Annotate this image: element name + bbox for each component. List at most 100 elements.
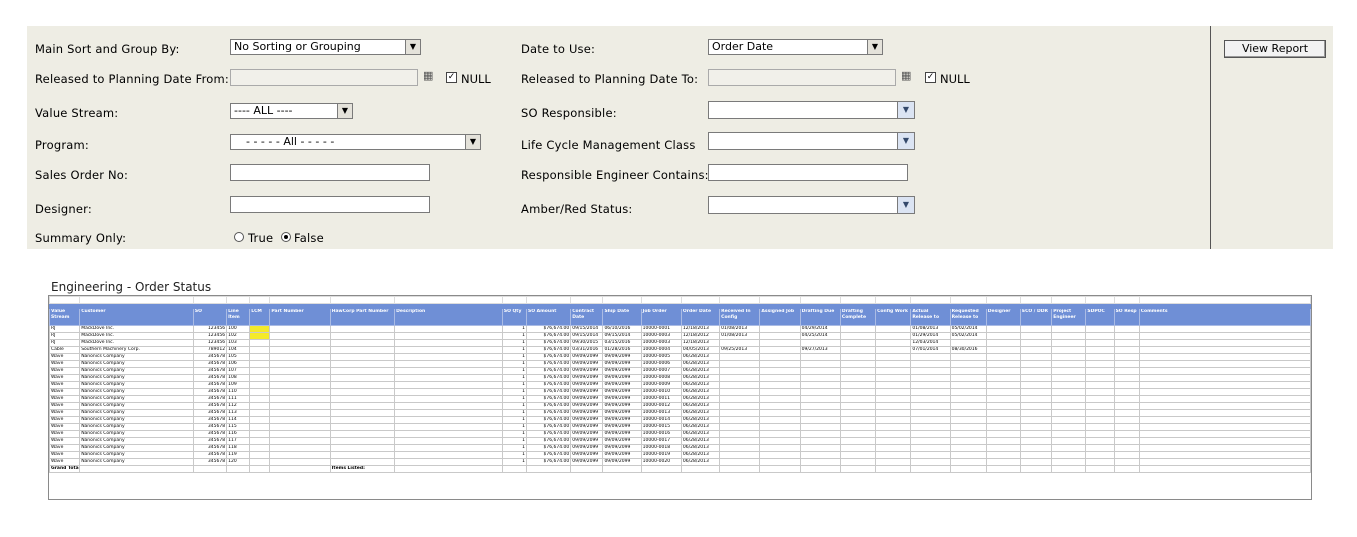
table-cell: 09/09/2099 (570, 416, 604, 424)
dropdown-arrow-icon[interactable]: ▼ (867, 40, 882, 54)
table-cell: Nanonics Company (79, 451, 194, 459)
table-cell (329, 381, 396, 389)
table-cell: 1 (501, 346, 527, 354)
table-cell (249, 346, 271, 354)
table-cell (1113, 325, 1140, 333)
table-cell (570, 465, 604, 473)
table-cell: Nanonics Company (79, 416, 194, 424)
table-cell: 106 (226, 360, 251, 368)
table-cell (759, 416, 801, 424)
table-cell: 09/09/2099 (602, 388, 642, 396)
dropdown-arrow-icon[interactable]: ▼ (465, 135, 480, 149)
table-cell (1113, 353, 1140, 361)
table-cell (329, 395, 396, 403)
main-sort-select[interactable]: No Sorting or Grouping ▼ (230, 39, 421, 55)
table-cell (269, 437, 331, 445)
table-row: Wave Nanonics Company 345678 106 1 $76,674.00… (48, 360, 1312, 368)
table-cell (249, 395, 271, 403)
table-cell (910, 416, 951, 424)
date-to-use-select[interactable]: Order Date ▼ (708, 39, 883, 55)
dropdown-arrow-icon[interactable]: ▼ (337, 104, 352, 118)
table-cell (759, 367, 801, 375)
table-cell (394, 437, 503, 445)
view-report-button[interactable]: View Report (1224, 40, 1326, 58)
table-cell (759, 430, 801, 438)
table-cell: 09/09/2099 (602, 353, 642, 361)
table-cell (719, 423, 761, 431)
designer-input[interactable] (230, 196, 430, 213)
table-cell: 120 (226, 458, 251, 466)
table-cell: $76,674.00 (525, 388, 572, 396)
table-cell (1051, 395, 1087, 403)
so-responsible-select[interactable]: ▼ (708, 101, 915, 119)
rtp-from-null-checkbox[interactable]: ✓ (446, 72, 457, 83)
table-cell (1138, 360, 1312, 368)
program-select[interactable]: - - - - - All - - - - - ▼ (230, 134, 481, 150)
table-cell (949, 374, 987, 382)
table-cell (1085, 416, 1115, 424)
table-cell (949, 367, 987, 375)
table-cell: $76,674.00 (525, 402, 572, 410)
table-cell: 09/09/2099 (570, 395, 604, 403)
rtp-to-null-checkbox[interactable]: ✓ (925, 72, 936, 83)
rtp-to-input[interactable] (708, 69, 896, 86)
amber-red-select[interactable]: ▼ (708, 196, 915, 214)
table-cell (249, 374, 271, 382)
table-cell: Nanonics Company (79, 444, 194, 452)
table-cell (910, 444, 951, 452)
dropdown-arrow-icon[interactable]: ▼ (897, 197, 914, 213)
table-cell: 03/31/2016 (570, 346, 604, 354)
rtp-from-input[interactable] (230, 69, 418, 86)
calendar-icon[interactable]: ▦ (901, 70, 915, 82)
table-cell (1051, 296, 1087, 304)
table-cell (949, 381, 987, 389)
table-cell (1138, 458, 1312, 466)
table-cell (269, 353, 331, 361)
column-header: HawCorp Part Number (329, 308, 396, 326)
table-cell (759, 465, 801, 473)
table-cell: 12/03/2014 (910, 339, 951, 347)
table-cell: 04/29/2014 (799, 325, 841, 333)
table-cell (949, 444, 987, 452)
sales-order-input[interactable] (230, 164, 430, 181)
table-cell (329, 444, 396, 452)
lcm-class-select[interactable]: ▼ (708, 132, 915, 150)
table-cell (875, 332, 912, 340)
table-cell: Nanonics Company (79, 353, 194, 361)
table-cell: 108 (226, 374, 251, 382)
table-cell (985, 296, 1022, 304)
table-cell: 10000-0003 (640, 332, 682, 340)
table-cell (799, 388, 841, 396)
table-cell: Wave (48, 402, 81, 410)
table-cell: Nanonics Company (79, 458, 194, 466)
table-cell: Nanonics Company (79, 388, 194, 396)
table-cell (1138, 444, 1312, 452)
table-cell (249, 325, 271, 333)
summary-true-radio[interactable] (234, 232, 244, 242)
dropdown-arrow-icon[interactable]: ▼ (897, 133, 914, 149)
table-cell: 10000-0010 (640, 388, 682, 396)
table-cell (1113, 437, 1140, 445)
resp-engineer-input[interactable] (708, 164, 908, 181)
table-cell (1138, 388, 1312, 396)
table-cell (269, 444, 331, 452)
dropdown-arrow-icon[interactable]: ▼ (897, 102, 914, 118)
table-cell (1051, 332, 1087, 340)
column-header: Value Stream (48, 308, 81, 326)
table-cell: 12/18/2013 (680, 325, 721, 333)
table-cell (249, 296, 271, 304)
calendar-icon[interactable]: ▦ (423, 70, 437, 82)
table-cell (839, 437, 877, 445)
dropdown-arrow-icon[interactable]: ▼ (405, 40, 420, 54)
resp-engineer-label: Responsible Engineer Contains: (521, 168, 709, 182)
value-stream-select[interactable]: ---- ALL ---- ▼ (230, 103, 353, 119)
table-cell (570, 296, 604, 304)
table-cell: Nanonics Company (79, 409, 194, 417)
table-cell: Wave (48, 360, 81, 368)
table-cell: 10000-0004 (640, 346, 682, 354)
table-cell: 10000-0019 (640, 451, 682, 459)
table-cell: 103 (226, 339, 251, 347)
table-cell (394, 451, 503, 459)
summary-false-radio[interactable] (281, 232, 291, 242)
table-cell (269, 458, 331, 466)
